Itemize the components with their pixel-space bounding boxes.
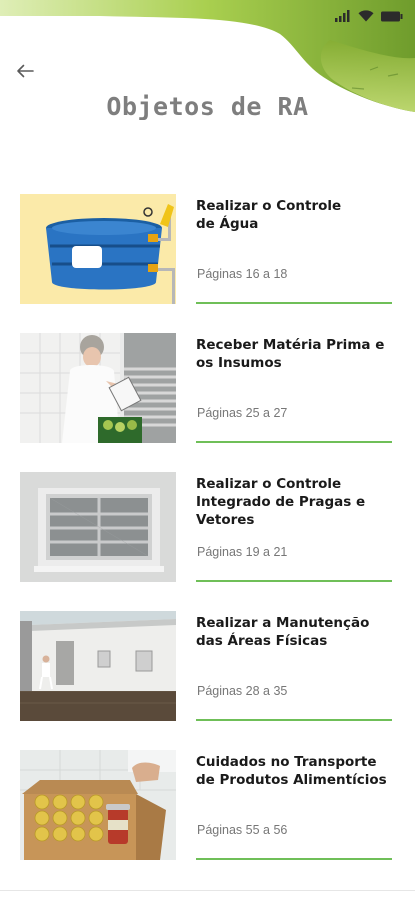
item-title: Realizar a Manutenção das Áreas Físicas [196,615,370,649]
battery-icon [381,11,403,22]
bottom-divider [0,890,415,891]
item-divider [196,441,392,443]
item-pages: Páginas 55 a 56 [197,823,288,837]
item-pages: Páginas 28 a 35 [197,684,288,698]
inspector-clipboard-photo [20,333,176,443]
item-divider [196,580,392,582]
item-pages: Páginas 19 a 21 [197,545,288,559]
water-tank-illustration [20,194,176,304]
item-divider [196,719,392,721]
cellular-signal-icon [335,10,351,22]
list-item-maintenance[interactable]: Realizar a Manutenção das Áreas Físicas … [0,611,415,723]
item-divider [196,302,392,304]
item-pages: Páginas 25 a 27 [197,406,288,420]
item-divider [196,858,392,860]
list-item-water-control[interactable]: Realizar o Controle de Água Páginas 16 a… [0,194,415,306]
page-title: Objetos de RA [106,92,309,121]
wifi-icon [358,10,374,22]
item-title: Realizar o Controle de Água [196,198,342,232]
list-item-transport[interactable]: Cuidados no Transporte de Produtos Alime… [0,750,415,862]
list-item-pest-control[interactable]: Realizar o Controle Integrado de Pragas … [0,472,415,584]
arrow-left-icon [16,64,34,83]
list-item-raw-material[interactable]: Receber Matéria Prima e os Insumos Págin… [0,333,415,445]
status-bar [335,10,403,22]
item-title: Cuidados no Transporte de Produtos Alime… [196,754,387,788]
item-title: Receber Matéria Prima e os Insumos [196,337,385,371]
item-title: Realizar o Controle Integrado de Pragas … [196,476,366,528]
back-button[interactable] [12,62,38,84]
building-exterior-photo [20,611,176,721]
food-jars-box-photo [20,750,176,860]
item-pages: Páginas 16 a 18 [197,267,288,281]
screened-window-photo [20,472,176,582]
